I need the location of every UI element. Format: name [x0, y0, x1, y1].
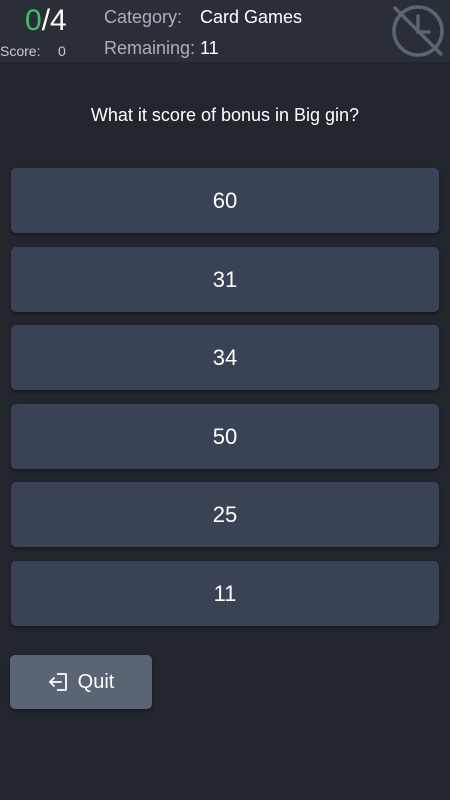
remaining-value: 11 — [200, 38, 219, 58]
question-text: What it score of bonus in Big gin? — [90, 105, 360, 125]
answer-option-6[interactable]: 11 — [11, 561, 439, 626]
category-value: Card Games — [200, 7, 303, 27]
quiz-header: 0/4 Score: 0 Category: Card Games Remain… — [0, 0, 450, 62]
answer-option-2[interactable]: 31 — [11, 247, 439, 312]
score-value: 0 — [58, 43, 66, 59]
exit-icon — [48, 671, 70, 693]
quit-button[interactable]: Quit — [10, 655, 152, 709]
category-label: Category: — [104, 7, 183, 27]
progress-current: 0 — [25, 4, 42, 37]
score-label: Score: — [0, 43, 41, 59]
question-progress: 0/4 — [25, 3, 67, 39]
answer-option-5[interactable]: 25 — [11, 482, 439, 547]
progress-separator: / — [41, 4, 51, 37]
answer-option-1[interactable]: 60 — [11, 168, 439, 233]
quit-label: Quit — [77, 670, 115, 693]
answer-option-3[interactable]: 34 — [11, 325, 439, 390]
remaining-label: Remaining: — [104, 38, 196, 58]
answer-option-4[interactable]: 50 — [11, 404, 439, 469]
timer-off-icon[interactable] — [389, 2, 447, 60]
progress-total: 4 — [50, 4, 67, 37]
